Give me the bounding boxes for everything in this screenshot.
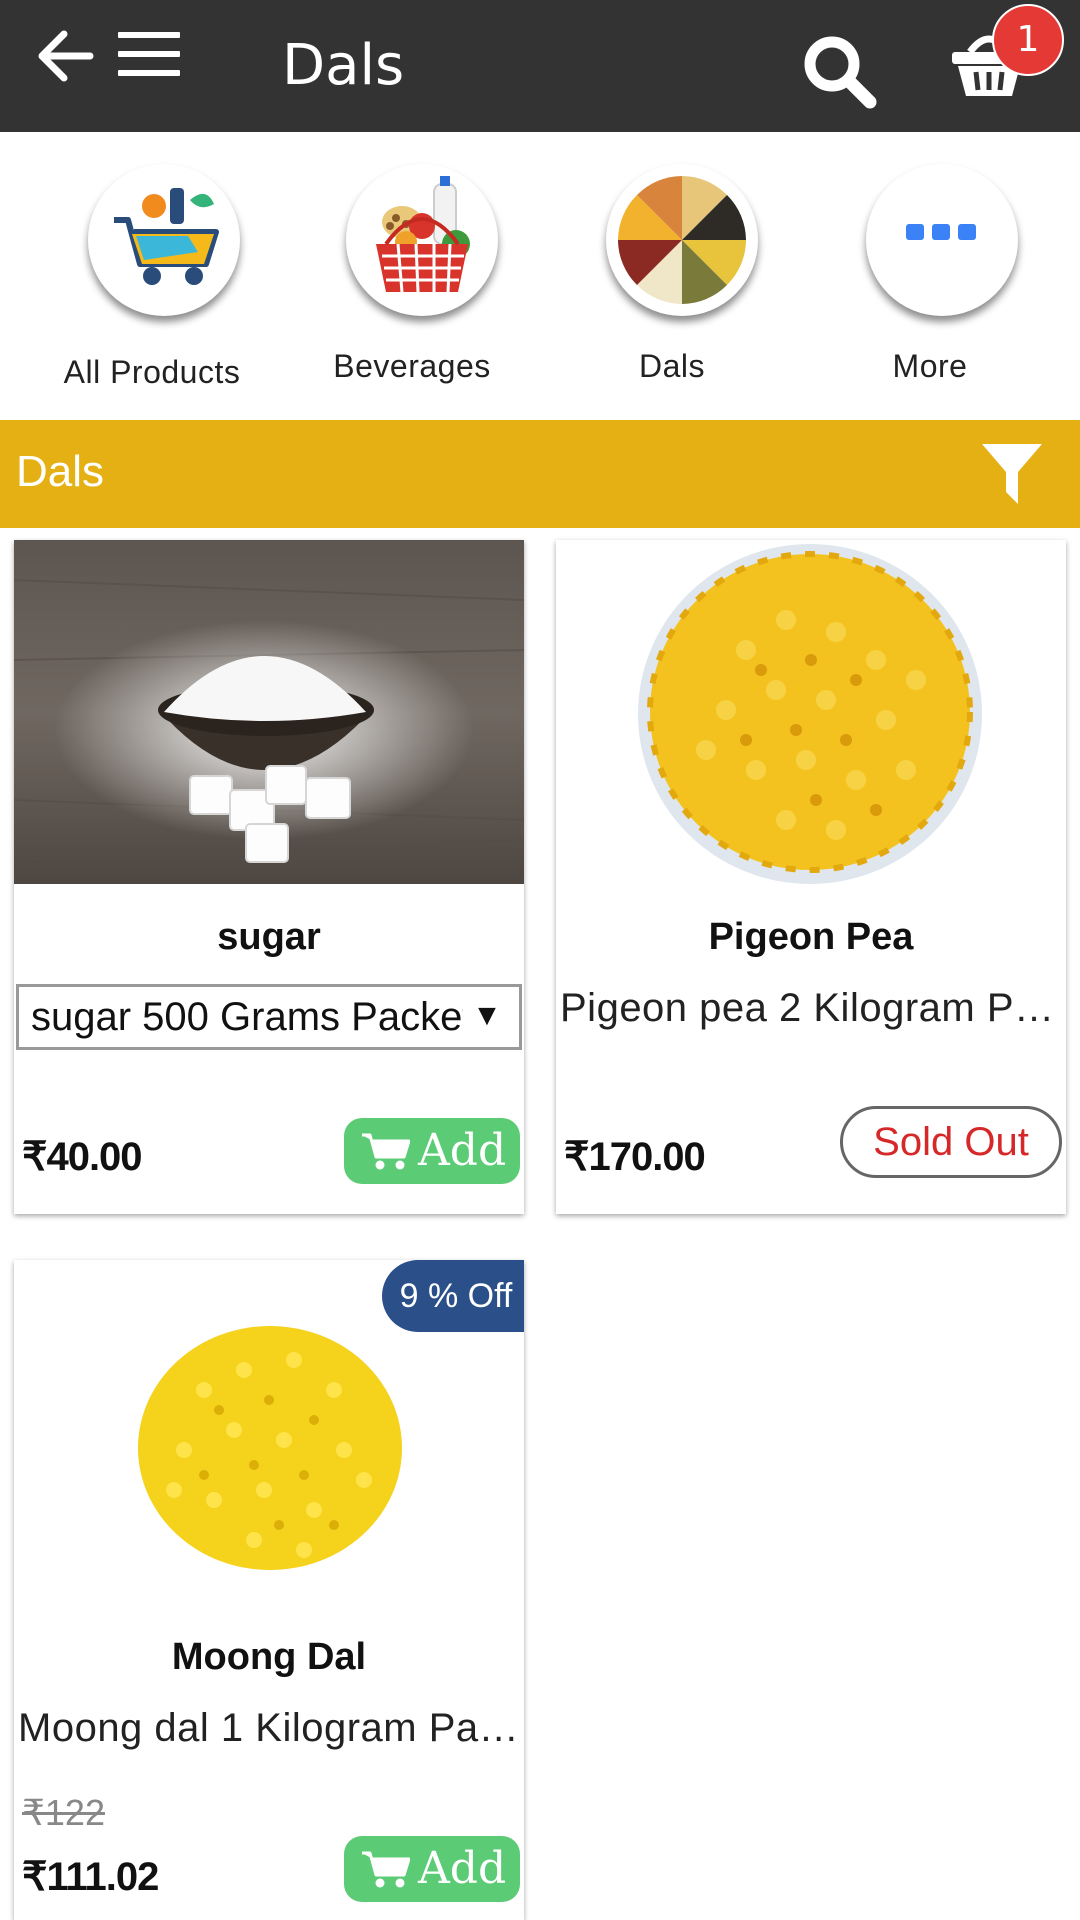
shopping-cart-icon	[114, 188, 219, 285]
product-name: sugar	[217, 916, 321, 958]
category-beverages-button[interactable]	[346, 164, 498, 316]
back-arrow-icon[interactable]	[36, 28, 96, 84]
discount-badge: 9 % Off	[382, 1260, 524, 1332]
cart-count-badge: 1	[992, 4, 1064, 76]
cart-icon	[362, 1133, 410, 1170]
product-image	[14, 540, 524, 884]
product-card[interactable]: Pigeon Pea Pigeon pea 2 Kilogram Packet …	[556, 540, 1066, 1214]
category-all-products-button[interactable]	[88, 164, 240, 316]
filter-icon[interactable]	[980, 442, 1044, 506]
category-label: Beverages	[333, 348, 491, 384]
product-card[interactable]: 9 % Off Moong Dal Moong dal 1 Kilogram P…	[14, 1260, 524, 1920]
app-bar: Dals 1	[0, 0, 1080, 132]
add-to-cart-button[interactable]: Add	[344, 1836, 520, 1902]
original-price: ₹122	[22, 1792, 105, 1833]
add-to-cart-button[interactable]: Add	[344, 1118, 520, 1184]
add-button-label: Add	[418, 1125, 507, 1176]
grocery-basket-icon	[376, 176, 470, 293]
dals-icon	[618, 176, 746, 304]
product-price: ₹170.00	[564, 1135, 706, 1179]
category-dals-button[interactable]	[606, 164, 758, 316]
product-price: ₹40.00	[22, 1135, 143, 1179]
section-header: Dals	[0, 420, 1080, 528]
variant-select[interactable]: sugar 500 Grams Packet ▼	[16, 984, 522, 1050]
product-description: Pigeon pea 2 Kilogram Packet	[560, 986, 1066, 1030]
product-description: Moong dal 1 Kilogram Packet	[18, 1706, 524, 1750]
product-price: ₹111.02	[22, 1855, 159, 1899]
product-card[interactable]: sugar sugar 500 Grams Packet ▼ ₹40.00 Ad…	[14, 540, 524, 1214]
add-button-label: Add	[418, 1843, 507, 1894]
category-label: All Products	[63, 354, 241, 390]
variant-select-value: sugar 500 Grams Packet	[31, 995, 474, 1039]
hamburger-menu-icon[interactable]	[118, 32, 180, 76]
product-name: Pigeon Pea	[708, 916, 914, 958]
section-title: Dals	[16, 447, 105, 496]
page-title: Dals	[282, 33, 405, 98]
sold-out-badge: Sold Out	[840, 1106, 1062, 1178]
category-label: More	[892, 348, 968, 384]
product-name: Moong Dal	[171, 1636, 367, 1678]
more-icon	[906, 224, 976, 240]
search-icon[interactable]	[800, 30, 880, 110]
category-more-button[interactable]	[866, 164, 1018, 316]
dropdown-arrow-icon: ▼	[463, 987, 511, 1047]
category-label: Dals	[638, 348, 705, 384]
cart-icon	[362, 1851, 410, 1888]
product-image	[556, 540, 1066, 884]
